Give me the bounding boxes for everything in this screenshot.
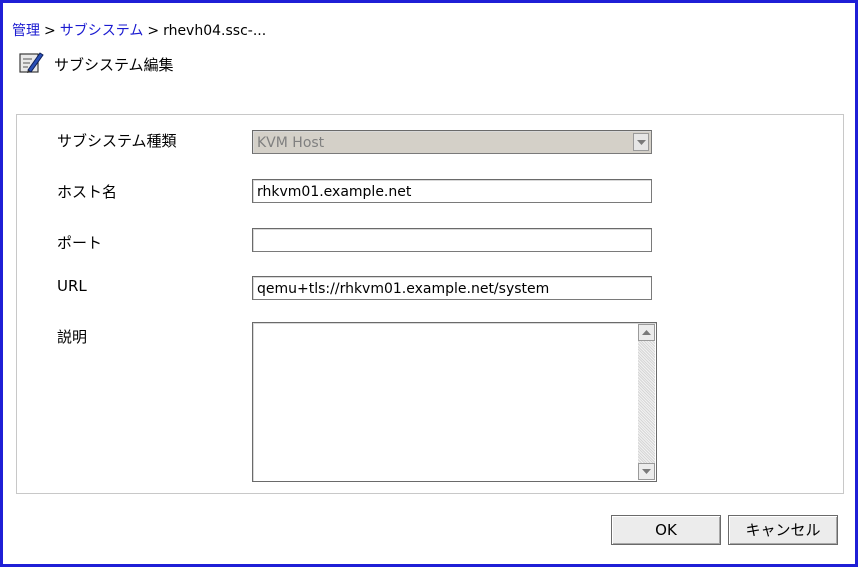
url-input[interactable]: qemu+tls://rhkvm01.example.net/system xyxy=(252,276,652,300)
page-title: サブシステム編集 xyxy=(54,55,174,74)
subsystem-type-label: サブシステム種類 xyxy=(57,132,177,150)
breadcrumb-link-subsystem[interactable]: サブシステム xyxy=(60,23,144,39)
ok-button[interactable]: OK xyxy=(611,515,721,545)
dialog-window: 管理 > サブシステム > rhevh04.ssc-... サブシステム編集 サブシステ… xyxy=(0,0,858,567)
form-panel: サブシステム種類 KVM Host ホスト名 rhkvm01.example.n… xyxy=(16,114,844,494)
dialog-header: 管理 > サブシステム > rhevh04.ssc-... サブシステム編集 xyxy=(3,3,855,99)
url-label: URL xyxy=(57,277,87,295)
hostname-label: ホスト名 xyxy=(57,183,118,201)
port-input[interactable] xyxy=(252,228,652,252)
vertical-scrollbar[interactable] xyxy=(638,324,655,480)
breadcrumb-current: rhevh04.ssc-... xyxy=(163,23,267,39)
port-label: ポート xyxy=(57,234,103,252)
breadcrumb-link-admin[interactable]: 管理 xyxy=(12,23,40,39)
chevron-down-icon xyxy=(633,133,649,151)
cancel-button[interactable]: キャンセル xyxy=(728,515,838,545)
scroll-down-icon[interactable] xyxy=(638,463,655,480)
subsystem-type-select: KVM Host xyxy=(252,130,652,154)
edit-form-icon xyxy=(18,50,54,78)
hostname-input[interactable]: rhkvm01.example.net xyxy=(252,179,652,203)
breadcrumb-separator: > xyxy=(44,23,56,39)
breadcrumb-separator: > xyxy=(147,23,160,39)
breadcrumb: 管理 > サブシステム > rhevh04.ssc-... xyxy=(12,20,266,40)
scroll-up-icon[interactable] xyxy=(638,324,655,341)
description-label: 説明 xyxy=(57,328,88,346)
description-textarea[interactable] xyxy=(252,322,657,482)
subsystem-type-value: KVM Host xyxy=(257,135,325,151)
title-row: サブシステム編集 xyxy=(18,50,174,78)
